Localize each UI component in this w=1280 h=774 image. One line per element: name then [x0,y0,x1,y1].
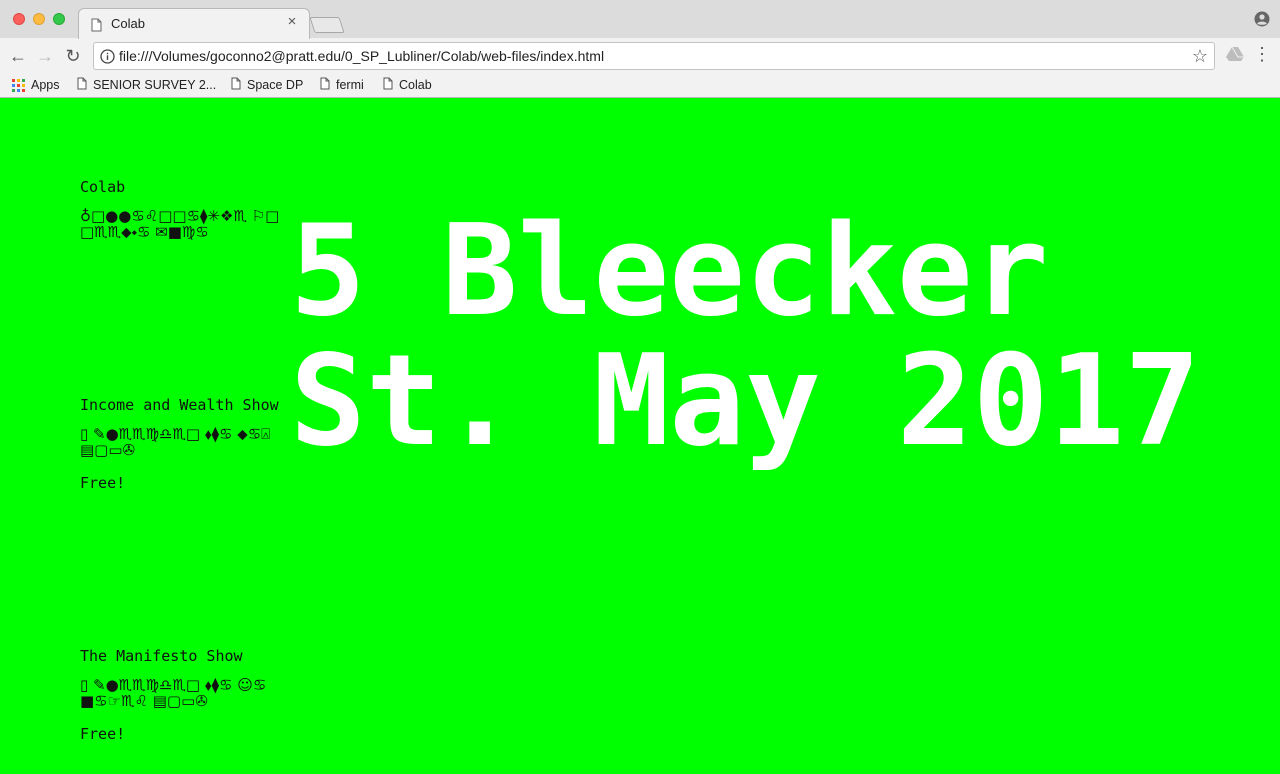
bookmark-colab[interactable]: Colab [383,76,432,94]
profile-icon[interactable] [1254,11,1270,32]
back-button[interactable]: ← [8,46,28,66]
hero-line-2: St. May 2017 [290,327,1201,474]
page-icon [320,77,330,93]
hero-headline: 5 Bleecker St. May 2017 [290,206,1270,466]
section-title: Colab [80,178,126,196]
new-tab-button[interactable] [309,17,345,33]
url-text: file:///Volumes/goconno2@pratt.edu/0_SP_… [119,48,605,64]
reload-button[interactable]: ↻ [63,46,83,66]
page-icon [91,18,102,37]
bookmark-label: fermi [336,78,364,92]
bookmarks-bar: Apps SENIOR SURVEY 2... Space DP fermi C… [0,74,1280,96]
bookmark-label: Space DP [247,78,304,92]
section-title[interactable]: Income and Wealth Show [80,396,310,414]
tab-title: Colab [111,16,145,31]
tab-strip: Colab × [0,0,1280,39]
page-icon [383,77,393,93]
minimize-window-button[interactable] [33,13,45,25]
close-window-button[interactable] [13,13,25,25]
bookmark-space-dp[interactable]: Space DP [231,76,303,94]
hero-line-1: 5 Bleecker [290,197,1049,344]
info-icon[interactable] [100,49,115,69]
section-colab: Colab ♁□●●♋♌□□♋⧫✳❖♏ ⚐□□♏♏⬥⬩♋ ✉■♍♋ [80,178,310,240]
page-icon [77,77,87,93]
page-icon [231,77,241,93]
bookmark-star-icon[interactable]: ☆ [1192,46,1208,67]
apps-grid-icon [12,78,25,92]
address-bar[interactable]: file:///Volumes/goconno2@pratt.edu/0_SP_… [93,42,1215,70]
bookmark-label: Colab [399,78,432,92]
browser-chrome: Colab × ← → ↻ file:///Volumes/goconno2@p… [0,0,1280,98]
section-dingbat-text: ♁□●●♋♌□□♋⧫✳❖♏ ⚐□□♏♏⬥⬩♋ ✉■♍♋ [80,207,280,241]
close-tab-icon[interactable]: × [284,14,300,30]
bookmark-senior-survey[interactable]: SENIOR SURVEY 2... [77,76,216,94]
tab-colab[interactable]: Colab × [78,8,310,39]
bookmark-label: SENIOR SURVEY 2... [93,78,217,92]
section-income-wealth: Income and Wealth Show ▯ ✎●♏♏♍♎♏□ ⬧⧫♋ ⬥♋… [80,396,310,492]
forward-button[interactable]: → [35,46,55,66]
section-manifesto: The Manifesto Show ▯ ✎●♏♏♍♎♏□ ⬧⧫♋ ☺♋■♋☞♏… [80,647,310,743]
section-price: Free! [80,725,126,743]
page-content: Colab ♁□●●♋♌□□♋⧫✳❖♏ ⚐□□♏♏⬥⬩♋ ✉■♍♋ Income… [0,98,1280,774]
bookmark-fermi[interactable]: fermi [320,76,364,94]
section-dingbat-text: ▯ ✎●♏♏♍♎♏□ ⬧⧫♋ ☺♋■♋☞♏♌ ▤▢▭✇ [80,676,267,710]
menu-icon[interactable]: ⋮ [1253,44,1271,64]
section-dingbat-text: ▯ ✎●♏♏♍♎♏□ ⬧⧫♋ ⬥♋⍓ ▤▢▭✇ [80,425,271,459]
drive-extension-icon[interactable] [1226,46,1244,66]
section-price: Free! [80,474,126,492]
bookmark-apps[interactable]: Apps [12,76,60,94]
zoom-window-button[interactable] [53,13,65,25]
section-title[interactable]: The Manifesto Show [80,647,310,665]
bookmark-label: Apps [31,78,60,92]
